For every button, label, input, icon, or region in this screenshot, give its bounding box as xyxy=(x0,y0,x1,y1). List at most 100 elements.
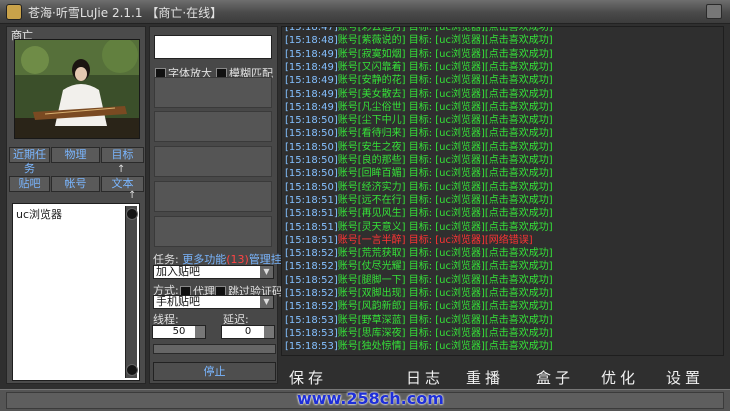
log-timestamp: [15:18:48] xyxy=(285,35,338,47)
log-timestamp: [15:18:49] xyxy=(285,75,338,87)
log-panel[interactable]: [15:18:47]账号[彩云追月] 目标: [uc浏览器][点击喜欢成功] [1… xyxy=(281,26,724,356)
window-title: 苍海·听雪LuJie 2.1.1 【商亡·在线】 xyxy=(28,6,223,20)
left-panel: 商亡 近期任务 物理 目标 ↑ 贴吧 帐号 文本 ↑ uc浏览器 xyxy=(6,26,146,384)
save-button[interactable]: 保存 xyxy=(289,367,327,388)
log-timestamp: [15:18:51] xyxy=(285,208,338,220)
log-message: 账号[荒荒获取] 目标: [uc浏览器][点击喜欢成功] xyxy=(337,248,553,260)
scroll-up-thumb[interactable] xyxy=(126,208,138,220)
scroll-down-thumb[interactable] xyxy=(126,364,138,376)
log-timestamp: [15:18:49] xyxy=(285,88,338,100)
nav-tieba[interactable]: 贴吧 xyxy=(9,176,50,192)
log-line: [15:18:51]账号[一言半醉] 目标: [uc浏览器][网络错误] xyxy=(285,234,533,247)
log-message: 账号[寂寞如烟] 目标: [uc浏览器][点击喜欢成功] xyxy=(337,48,553,60)
log-line: [15:18:51]账号[再见风生] 目标: [uc浏览器][点击喜欢成功] xyxy=(285,207,553,220)
stepper-arrows-icon[interactable] xyxy=(195,326,205,338)
log-line: [15:18:49]账号[寂寞如烟] 目标: [uc浏览器][点击喜欢成功] xyxy=(285,48,553,61)
log-timestamp: [15:18:49] xyxy=(285,101,338,113)
log-line: [15:18:50]账号[良的那些] 目标: [uc浏览器][点击喜欢成功] xyxy=(285,154,553,167)
task-select[interactable]: 加入贴吧 ▼ xyxy=(153,265,274,279)
avatar xyxy=(14,39,140,139)
watermark: www.258ch.com xyxy=(297,389,444,408)
blank-panel xyxy=(154,181,272,212)
middle-panel: 字体放大 模糊匹配 任务: 更多功能(13)管理挂主 加入贴吧 ▼ 方式: 代理… xyxy=(149,26,293,384)
optimize-button[interactable]: 优化 xyxy=(601,367,639,388)
mode-select-value: 手机贴吧 xyxy=(156,295,200,308)
log-line: [15:18:49]账号[又闪靠着] 目标: [uc浏览器][点击喜欢成功] xyxy=(285,61,553,74)
log-timestamp: [15:18:50] xyxy=(285,181,338,193)
chevron-down-icon[interactable]: ▼ xyxy=(260,266,273,278)
keyword-input[interactable] xyxy=(154,35,272,59)
log-button[interactable]: 日志 xyxy=(406,367,444,388)
log-timestamp: [15:18:52] xyxy=(285,288,338,299)
list-item[interactable]: uc浏览器 xyxy=(16,206,62,222)
blank-panel xyxy=(154,216,272,247)
log-message: 账号[美女散去] 目标: [uc浏览器][点击喜欢成功] xyxy=(337,88,553,100)
stop-button[interactable]: 停止 xyxy=(153,362,276,381)
log-line: [15:18:53]账号[思库深夜] 目标: [uc浏览器][点击喜欢成功] xyxy=(285,327,553,340)
target-list[interactable]: uc浏览器 xyxy=(12,203,140,381)
nav-text[interactable]: 文本 xyxy=(101,176,144,192)
replay-button[interactable]: 重播 xyxy=(466,367,504,388)
title-bar: 苍海·听雪LuJie 2.1.1 【商亡·在线】 xyxy=(0,0,730,24)
stepper-arrows-icon[interactable] xyxy=(264,326,274,338)
log-message: 账号[风韵新郎] 目标: [uc浏览器][点击喜欢成功] xyxy=(337,301,553,313)
log-timestamp: [15:18:53] xyxy=(285,341,338,353)
log-message: 账号[彩云追月] 目标: [uc浏览器][点击喜欢成功] xyxy=(337,26,553,33)
progress-bar xyxy=(153,344,276,354)
log-message: 账号[经济实力] 目标: [uc浏览器][点击喜欢成功] xyxy=(337,181,553,193)
log-line: [15:18:49]账号[凡尘俗世] 目标: [uc浏览器][点击喜欢成功] xyxy=(285,101,553,114)
delay-value: 0 xyxy=(244,326,252,337)
close-button[interactable] xyxy=(706,4,722,19)
arrow-icon: ↑ xyxy=(128,190,137,201)
log-line: [15:18:53]账号[野草深蓝] 目标: [uc浏览器][点击喜欢成功] xyxy=(285,314,553,327)
log-timestamp: [15:18:52] xyxy=(285,274,338,286)
log-line: [15:18:51]账号[灵天意义] 目标: [uc浏览器][点击喜欢成功] xyxy=(285,221,553,234)
log-message: 账号[安生之夜] 目标: [uc浏览器][点击喜欢成功] xyxy=(337,141,553,153)
log-timestamp: [15:18:50] xyxy=(285,168,338,180)
nav-account[interactable]: 帐号 xyxy=(51,176,100,192)
log-timestamp: [15:18:53] xyxy=(285,327,338,339)
scrollbar[interactable] xyxy=(125,206,138,378)
log-message: 账号[一言半醉] 目标: [uc浏览器][网络错误] xyxy=(337,234,533,246)
log-timestamp: [15:18:52] xyxy=(285,301,338,313)
log-timestamp: [15:18:50] xyxy=(285,115,338,127)
log-line: [15:18:52]账号[双脚出现] 目标: [uc浏览器][点击喜欢成功] xyxy=(285,287,553,300)
box-button[interactable]: 盒子 xyxy=(536,367,574,388)
log-message: 账号[尘下中儿] 目标: [uc浏览器][点击喜欢成功] xyxy=(337,115,553,127)
log-timestamp: [15:18:50] xyxy=(285,141,338,153)
log-line: [15:18:47]账号[彩云追月] 目标: [uc浏览器][点击喜欢成功] xyxy=(285,26,553,34)
chevron-down-icon[interactable]: ▼ xyxy=(260,296,273,308)
app-icon xyxy=(6,4,22,20)
log-message: 账号[仗尽光耀] 目标: [uc浏览器][点击喜欢成功] xyxy=(337,261,553,273)
mode-select[interactable]: 手机贴吧 ▼ xyxy=(153,295,274,309)
log-message: 账号[野草深蓝] 目标: [uc浏览器][点击喜欢成功] xyxy=(337,314,553,326)
log-line: [15:18:52]账号[仗尽光耀] 目标: [uc浏览器][点击喜欢成功] xyxy=(285,260,553,273)
log-message: 账号[独处惊情] 目标: [uc浏览器][点击喜欢成功] xyxy=(337,341,553,353)
delay-stepper[interactable]: 0 xyxy=(221,325,275,339)
log-message: 账号[回眸百媚] 目标: [uc浏览器][点击喜欢成功] xyxy=(337,168,553,180)
log-message: 账号[又闪靠着] 目标: [uc浏览器][点击喜欢成功] xyxy=(337,61,553,73)
log-line: [15:18:52]账号[荒荒获取] 目标: [uc浏览器][点击喜欢成功] xyxy=(285,247,553,260)
arrow-icon: ↑ xyxy=(117,164,126,175)
threads-stepper[interactable]: 50 xyxy=(152,325,206,339)
log-line: [15:18:51]账号[远不在行] 目标: [uc浏览器][点击喜欢成功] xyxy=(285,194,553,207)
log-timestamp: [15:18:51] xyxy=(285,234,338,246)
settings-button[interactable]: 设置 xyxy=(666,367,704,388)
log-timestamp: [15:18:49] xyxy=(285,61,338,73)
log-timestamp: [15:18:53] xyxy=(285,314,338,326)
log-line: [15:18:48]账号[紫薇说的] 目标: [uc浏览器][点击喜欢成功] xyxy=(285,34,553,47)
log-message: 账号[安静的花] 目标: [uc浏览器][点击喜欢成功] xyxy=(337,75,553,87)
log-line: [15:18:50]账号[尘下中儿] 目标: [uc浏览器][点击喜欢成功] xyxy=(285,114,553,127)
log-line: [15:18:49]账号[安静的花] 目标: [uc浏览器][点击喜欢成功] xyxy=(285,74,553,87)
blank-panel xyxy=(154,146,272,177)
task-select-value: 加入贴吧 xyxy=(156,265,200,278)
log-timestamp: [15:18:52] xyxy=(285,261,338,273)
log-line: [15:18:50]账号[回眸百媚] 目标: [uc浏览器][点击喜欢成功] xyxy=(285,167,553,180)
log-message: 账号[思库深夜] 目标: [uc浏览器][点击喜欢成功] xyxy=(337,327,553,339)
nav-physics[interactable]: 物理 xyxy=(51,147,100,163)
log-message: 账号[灵天意义] 目标: [uc浏览器][点击喜欢成功] xyxy=(337,221,553,233)
log-timestamp: [15:18:50] xyxy=(285,155,338,166)
log-line: [15:18:50]账号[看待归来] 目标: [uc浏览器][点击喜欢成功] xyxy=(285,127,553,140)
nav-target[interactable]: 目标 xyxy=(101,147,144,163)
nav-recent-tasks[interactable]: 近期任务 xyxy=(9,147,50,175)
